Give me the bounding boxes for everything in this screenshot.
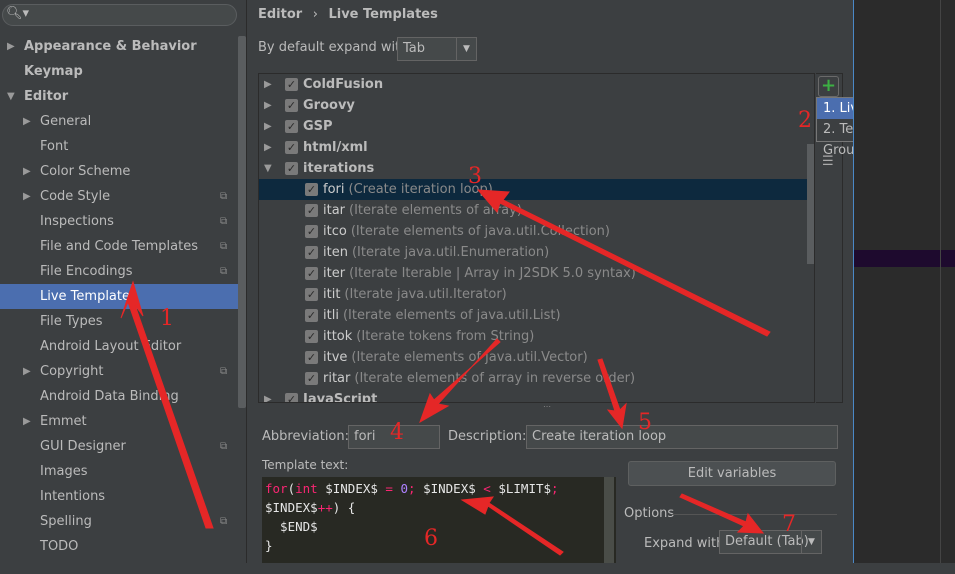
arrow-4 bbox=[419, 338, 501, 424]
arrow-7 bbox=[679, 493, 765, 534]
annotation-6: 6 bbox=[424, 526, 438, 551]
annotation-5: 5 bbox=[638, 410, 652, 435]
annotation-1: 1 bbox=[160, 306, 174, 331]
annotation-2: 2 bbox=[798, 108, 812, 133]
annotation-7: 7 bbox=[782, 512, 796, 537]
arrow-6 bbox=[460, 496, 564, 556]
arrow-3 bbox=[476, 189, 771, 337]
annotation-arrows bbox=[120, 189, 771, 556]
arrow-5 bbox=[597, 358, 627, 430]
annotation-3: 3 bbox=[468, 164, 482, 189]
annotation-4: 4 bbox=[390, 420, 404, 445]
